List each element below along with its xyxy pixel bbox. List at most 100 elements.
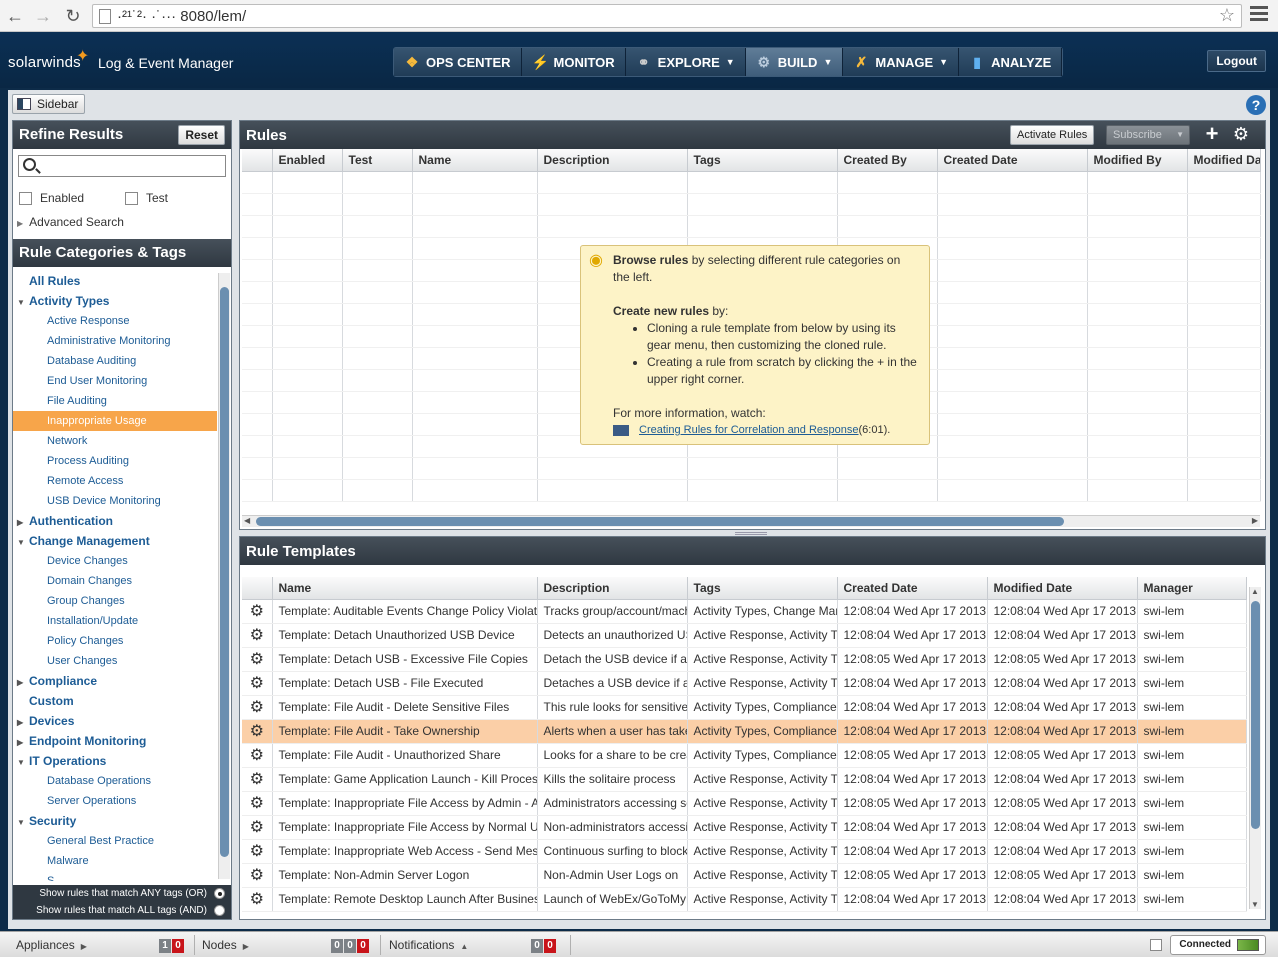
template-gear-menu-icon[interactable]: ⚙: [242, 743, 273, 768]
rules-column-header[interactable]: Test: [342, 149, 413, 172]
table-row[interactable]: ⚙ Template: Auditable Events Change Polic…: [242, 599, 1247, 624]
browser-menu-icon[interactable]: [1250, 6, 1268, 24]
chevron-right-icon[interactable]: ▶: [17, 513, 29, 533]
subcategory-item[interactable]: Process Auditing: [13, 451, 217, 471]
templates-column-header[interactable]: Created Date: [837, 577, 988, 600]
reset-button[interactable]: Reset: [178, 125, 225, 145]
rules-column-header[interactable]: Created By: [837, 149, 938, 172]
rules-column-header[interactable]: Tags: [687, 149, 838, 172]
subcategory-item[interactable]: End User Monitoring: [13, 371, 217, 391]
table-row[interactable]: ⚙ Template: Remote Desktop Launch After B…: [242, 887, 1247, 912]
settings-gear-icon[interactable]: ⚙: [1230, 124, 1252, 144]
rules-column-header[interactable]: [242, 149, 273, 172]
subcategory-item[interactable]: User Changes: [13, 651, 217, 671]
back-icon[interactable]: ←: [4, 5, 26, 27]
templates-vertical-scrollbar[interactable]: ▲ ▼: [1249, 587, 1261, 909]
nav-monitor[interactable]: ⚡ MONITOR: [521, 48, 626, 76]
subcategory-item[interactable]: Installation/Update: [13, 611, 217, 631]
table-row[interactable]: ⚙ Template: Detach Unauthorized USB Devic…: [242, 623, 1247, 648]
template-gear-menu-icon[interactable]: ⚙: [242, 599, 273, 624]
category-item[interactable]: ▼ Change Management: [13, 531, 217, 551]
match-all-radio[interactable]: [214, 905, 225, 916]
rules-column-header[interactable]: Modified By: [1087, 149, 1188, 172]
subcategory-item[interactable]: Malware: [13, 851, 217, 871]
rules-column-header[interactable]: Enabled: [272, 149, 343, 172]
table-row[interactable]: ⚙ Template: Non-Admin Server Logon Non-Adm…: [242, 863, 1247, 888]
subcategory-item[interactable]: Domain Changes: [13, 571, 217, 591]
template-gear-menu-icon[interactable]: ⚙: [242, 719, 273, 744]
template-gear-menu-icon[interactable]: ⚙: [242, 647, 273, 672]
sidebar-toggle-button[interactable]: Sidebar: [12, 94, 86, 114]
templates-column-header[interactable]: Name: [272, 577, 538, 600]
match-any-radio[interactable]: [214, 888, 225, 899]
template-gear-menu-icon[interactable]: ⚙: [242, 767, 273, 792]
tree-scrollbar[interactable]: [218, 273, 230, 879]
template-gear-menu-icon[interactable]: ⚙: [242, 815, 273, 840]
rules-column-header[interactable]: Created Date: [937, 149, 1088, 172]
template-gear-menu-icon[interactable]: ⚙: [242, 695, 273, 720]
category-item[interactable]: ▼ IT Operations: [13, 751, 217, 771]
subcategory-item[interactable]: Active Response: [13, 311, 217, 331]
forward-icon[interactable]: →: [32, 5, 54, 27]
chevron-down-icon[interactable]: ▼: [17, 293, 29, 313]
subcategory-item[interactable]: USB Device Monitoring: [13, 491, 217, 511]
subcategory-item[interactable]: Network: [13, 431, 217, 451]
status-checkbox[interactable]: [1150, 939, 1162, 951]
rules-column-header[interactable]: Description: [537, 149, 688, 172]
nav-build[interactable]: ⚙ BUILD ▼: [745, 48, 844, 76]
table-row[interactable]: ⚙ Template: File Audit - Delete Sensitive…: [242, 695, 1247, 720]
chevron-down-icon[interactable]: ▼: [17, 753, 29, 773]
subcategory-item[interactable]: Group Changes: [13, 591, 217, 611]
template-gear-menu-icon[interactable]: ⚙: [242, 863, 273, 888]
category-item[interactable]: All Rules: [13, 271, 217, 291]
bookmark-star-icon[interactable]: ☆: [1219, 5, 1235, 26]
advanced-search-toggle[interactable]: ▶ Advanced Search: [17, 215, 124, 229]
category-item[interactable]: ▼ Activity Types: [13, 291, 217, 311]
notifications-status[interactable]: Notifications ▲: [389, 932, 468, 957]
table-row[interactable]: ⚙ Template: Detach USB - File Executed Det…: [242, 671, 1247, 696]
nav-manage[interactable]: ✗ MANAGE ▼: [843, 48, 960, 76]
chevron-down-icon[interactable]: ▼: [17, 813, 29, 833]
category-item[interactable]: ▶ Compliance: [13, 671, 217, 691]
nav-ops-center[interactable]: ❖ OPS CENTER: [394, 48, 522, 76]
rules-column-header[interactable]: Modified Date: [1187, 149, 1261, 172]
template-gear-menu-icon[interactable]: ⚙: [242, 791, 273, 816]
table-row[interactable]: ⚙ Template: Detach USB - Excessive File C…: [242, 647, 1247, 672]
subcategory-item[interactable]: Database Operations: [13, 771, 217, 791]
activate-rules-button[interactable]: Activate Rules: [1010, 125, 1095, 145]
category-item[interactable]: ▶ Authentication: [13, 511, 217, 531]
url-text[interactable]: ·²¹˙²· ·˙··· 8080/lem/: [117, 8, 246, 25]
add-rule-icon[interactable]: +: [1202, 123, 1222, 145]
category-item[interactable]: ▶ Devices: [13, 711, 217, 731]
scroll-up-icon[interactable]: ▲: [1251, 587, 1259, 596]
chevron-down-icon[interactable]: ▼: [17, 533, 29, 553]
table-row[interactable]: ⚙ Template: File Audit - Unauthorized Sha…: [242, 743, 1247, 768]
table-row[interactable]: ⚙ Template: Game Application Launch - Kil…: [242, 767, 1247, 792]
address-bar[interactable]: ·²¹˙²· ·˙··· 8080/lem/ ☆: [92, 4, 1242, 28]
templates-column-header[interactable]: [242, 577, 273, 600]
nodes-status[interactable]: Nodes ▶: [202, 932, 249, 957]
rules-horizontal-scrollbar[interactable]: ◀ ▶: [242, 515, 1260, 527]
enabled-checkbox[interactable]: Enabled: [19, 191, 84, 205]
templates-column-header[interactable]: Modified Date: [987, 577, 1138, 600]
templates-column-header[interactable]: Tags: [687, 577, 838, 600]
template-gear-menu-icon[interactable]: ⚙: [242, 887, 273, 912]
category-item[interactable]: ▼ Security: [13, 811, 217, 831]
table-row[interactable]: ⚙ Template: Inappropriate File Access by …: [242, 791, 1247, 816]
chevron-right-icon[interactable]: ▶: [17, 713, 29, 733]
scroll-left-icon[interactable]: ◀: [244, 516, 250, 525]
subcategory-item[interactable]: File Auditing: [13, 391, 217, 411]
category-item[interactable]: ▶ Endpoint Monitoring: [13, 731, 217, 751]
template-gear-menu-icon[interactable]: ⚙: [242, 671, 273, 696]
test-checkbox[interactable]: Test: [125, 191, 168, 205]
logout-button[interactable]: Logout: [1207, 50, 1266, 72]
match-all-option[interactable]: Show rules that match ALL tags (AND): [13, 902, 231, 919]
template-gear-menu-icon[interactable]: ⚙: [242, 839, 273, 864]
table-row[interactable]: ⚙ Template: Inappropriate Web Access - Se…: [242, 839, 1247, 864]
scroll-right-icon[interactable]: ▶: [1252, 516, 1258, 525]
subcategory-item[interactable]: S: [13, 871, 217, 881]
video-link[interactable]: Creating Rules for Correlation and Respo…: [639, 422, 859, 439]
templates-column-header[interactable]: Manager: [1137, 577, 1247, 600]
subcategory-item[interactable]: Device Changes: [13, 551, 217, 571]
chevron-right-icon[interactable]: ▶: [17, 733, 29, 753]
